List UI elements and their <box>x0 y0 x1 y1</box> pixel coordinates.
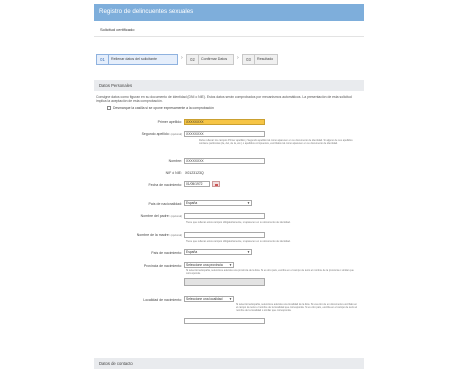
birth-country-select[interactable]: España ▼ <box>184 249 252 255</box>
nif-value: X0123123Q <box>185 171 204 175</box>
second-surname-label-wrap: Segundo apellido: (opcional) <box>142 132 182 136</box>
section-personal-header: Datos Personales <box>94 80 364 91</box>
step-3[interactable]: 03 Resultado <box>242 54 278 65</box>
section-title: Datos Personales <box>99 83 133 88</box>
section-title: Datos de contacto <box>99 361 133 366</box>
birth-country-value: España <box>186 250 198 254</box>
name-input[interactable]: XXXXXXXX <box>184 158 265 164</box>
consent-label: Desmarque la casilla si se opone expresa… <box>113 106 214 110</box>
province-note: Si selecciona España, seleccione además … <box>186 269 354 276</box>
chevron-right-icon: › <box>181 55 183 61</box>
second-surname-input[interactable]: XXXXXXXX <box>184 131 265 137</box>
intro-text: Consigne datos como figuran en su docume… <box>96 95 352 104</box>
step-number: 01 <box>97 55 109 64</box>
locality-note: Si selecciona España, seleccione además … <box>236 303 358 313</box>
chevron-down-icon: ▼ <box>229 263 232 267</box>
locality-select[interactable]: Seleccione una localidad ▼ <box>184 296 234 302</box>
birth-country-label: País de nacimiento: <box>151 251 182 255</box>
divider <box>94 36 364 37</box>
locality-text-input[interactable] <box>184 318 265 324</box>
chevron-down-icon: ▼ <box>247 201 250 205</box>
section-contact-header: Datos de contacto <box>94 358 364 369</box>
optional-tag: (opcional) <box>170 133 182 136</box>
app-title: Registro de delincuentes sexuales <box>99 8 194 15</box>
step-number: 02 <box>187 55 199 64</box>
father-label: Nombre del padre: <box>140 214 170 218</box>
province-value: Seleccione una provincia <box>186 263 223 267</box>
province-select[interactable]: Seleccione una provincia ▼ <box>184 262 234 268</box>
nationality-value: España <box>186 201 198 205</box>
name-label: Nombre: <box>168 159 182 163</box>
step-label: Rellenar datos del solicitante <box>111 57 157 61</box>
optional-tag: (opcional) <box>170 234 182 237</box>
step-2[interactable]: 02 Confirmar Datos <box>186 54 234 65</box>
father-input[interactable] <box>184 213 265 219</box>
step-label: Confirmar Datos <box>201 57 228 61</box>
nationality-select[interactable]: España ▼ <box>184 200 252 206</box>
consent-checkbox[interactable] <box>107 106 111 110</box>
birth-date-label: Fecha de nacimiento: <box>148 183 182 187</box>
nif-label: NIF ó NIE: <box>165 171 182 175</box>
app-header: Registro de delincuentes sexuales <box>94 4 364 21</box>
locality-value: Seleccione una localidad <box>186 297 223 301</box>
province-label: Provincia de nacimiento: <box>143 264 182 268</box>
province-text-input[interactable] <box>184 278 265 286</box>
mother-label-wrap: Nombre de la madre: (opcional) <box>137 233 182 237</box>
chevron-right-icon: › <box>237 55 239 61</box>
page-subtitle: Solicitud certificado <box>100 27 135 32</box>
calendar-icon[interactable] <box>212 181 220 187</box>
step-label: Resultado <box>257 57 274 61</box>
optional-tag: (opcional) <box>170 215 182 218</box>
step-1[interactable]: 01 Rellenar datos del solicitante <box>96 54 178 65</box>
mother-label: Nombre de la madre: <box>136 233 170 237</box>
first-surname-label: Primer apellido: <box>157 120 182 124</box>
mother-input[interactable] <box>184 232 265 238</box>
father-label-wrap: Nombre del padre: (opcional) <box>141 214 182 218</box>
locality-label: Localidad de nacimiento: <box>143 298 182 302</box>
chevron-down-icon: ▼ <box>229 297 232 301</box>
second-surname-note: Debe rellenar los campos Primer apellido… <box>199 139 353 146</box>
first-surname-input[interactable]: XXXXXXXX <box>184 119 265 125</box>
nationality-label: País de nacionalidad: <box>148 202 182 206</box>
second-surname-label: Segundo apellido: <box>141 132 170 136</box>
mother-note: Tiene que rellenar estos campos obligato… <box>186 240 291 243</box>
step-number: 03 <box>243 55 255 64</box>
chevron-down-icon: ▼ <box>247 250 250 254</box>
birth-date-input[interactable]: 01/05/1972 <box>184 181 210 187</box>
father-note: Tiene que rellenar estos campos obligato… <box>186 221 291 224</box>
